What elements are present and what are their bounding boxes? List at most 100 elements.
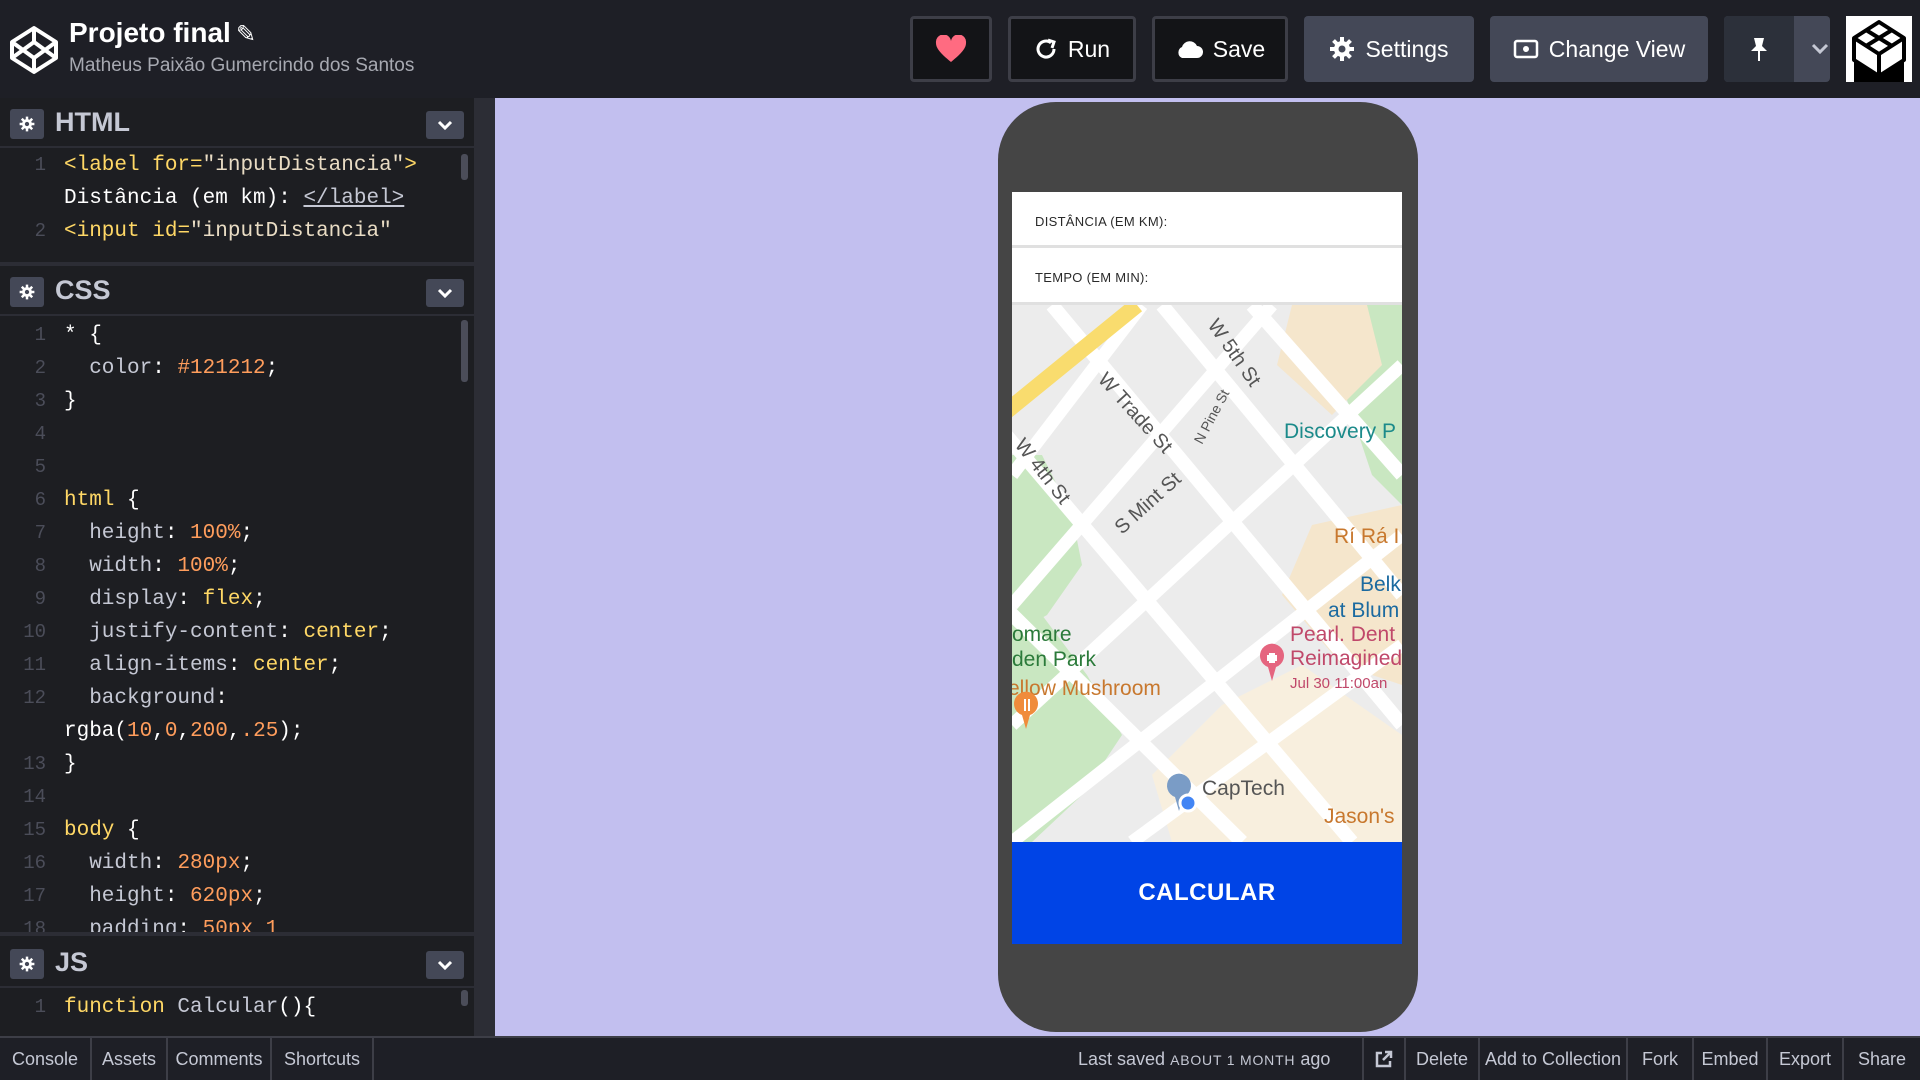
open-external-button[interactable] — [1362, 1038, 1406, 1080]
chevron-down-icon — [437, 120, 453, 130]
js-settings-button[interactable] — [10, 949, 44, 979]
poi-denpark: den Park — [1012, 648, 1097, 671]
console-tab[interactable]: Console — [0, 1038, 92, 1080]
add-to-collection-button[interactable]: Add to Collection — [1480, 1038, 1628, 1080]
code-token: (){ — [278, 996, 317, 1019]
code-token: justify-content — [64, 621, 279, 644]
code-token: ; — [240, 852, 254, 875]
calculate-button[interactable]: CALCULAR — [1012, 842, 1402, 944]
css-collapse-button[interactable] — [426, 279, 464, 307]
line-number: 16 — [23, 852, 46, 874]
like-button[interactable] — [910, 16, 992, 82]
code-token: , — [152, 720, 165, 743]
run-button[interactable]: Run — [1008, 16, 1136, 82]
code-token: </label> — [303, 187, 405, 210]
code-token: ; — [253, 588, 266, 611]
code-token: 1 — [253, 918, 279, 936]
line-number: 1 — [34, 324, 46, 346]
line-number: 13 — [23, 753, 46, 775]
code-text: * { — [64, 324, 102, 347]
code-token: html — [64, 489, 115, 512]
code-text: function Calcular(){ — [64, 996, 316, 1019]
chevron-down-icon — [437, 960, 453, 970]
edit-pencil-icon[interactable]: ✎ — [236, 20, 256, 49]
code-text: padding: 50px 1 — [64, 918, 279, 936]
last-saved-status: Last saved ABOUT 1 MONTH ago — [1078, 1049, 1330, 1070]
delete-button[interactable]: Delete — [1406, 1038, 1480, 1080]
distance-input[interactable]: DISTÂNCIA (EM KM): — [1012, 192, 1402, 248]
save-label: Save — [1212, 35, 1266, 62]
code-token: <label — [64, 154, 153, 177]
css-code-editor[interactable]: 1 * {2 color: #121212; 3} 4 5 6 html {7 height… — [0, 318, 474, 936]
assets-tab[interactable]: Assets — [92, 1038, 168, 1080]
user-avatar[interactable] — [1846, 16, 1912, 82]
code-token: { — [114, 489, 140, 512]
js-code-editor[interactable]: 1 function Calcular(){ — [0, 990, 474, 1036]
code-token: <input — [64, 220, 153, 243]
code-text: justify-content: center; — [64, 621, 392, 644]
pen-title[interactable]: Projeto final — [69, 17, 231, 49]
code-token: } — [64, 390, 77, 413]
gear-icon — [19, 116, 35, 132]
panel-resize-handle[interactable] — [474, 98, 495, 1036]
code-token: : — [177, 918, 203, 936]
comments-tab[interactable]: Comments — [168, 1038, 272, 1080]
editor-scrollbar[interactable] — [461, 154, 468, 180]
code-token: padding — [64, 918, 178, 936]
codepen-logo-icon[interactable] — [8, 24, 60, 76]
code-token: { — [114, 819, 140, 842]
code-token: background — [64, 687, 216, 710]
poi-rira: Rí Rá I — [1334, 525, 1399, 548]
line-number: 17 — [23, 885, 46, 907]
change-view-button[interactable]: Change View — [1490, 16, 1708, 82]
export-button[interactable]: Export — [1768, 1038, 1844, 1080]
gear-icon — [19, 956, 35, 972]
shortcuts-tab[interactable]: Shortcuts — [272, 1038, 374, 1080]
code-token: flex — [202, 588, 254, 611]
html-collapse-button[interactable] — [426, 111, 464, 139]
html-settings-button[interactable] — [10, 109, 44, 139]
code-token: ); — [278, 720, 304, 743]
codepen-editor: Projeto final ✎ Matheus Paixão Gumercind… — [0, 0, 1920, 1080]
line-number: 9 — [34, 588, 46, 610]
author-name[interactable]: Matheus Paixão Gumercindo dos Santos — [69, 55, 414, 77]
js-collapse-button[interactable] — [426, 951, 464, 979]
code-token: #121212 — [177, 357, 266, 380]
css-settings-button[interactable] — [10, 277, 44, 307]
time-input[interactable]: TEMPO (EM MIN): — [1012, 248, 1402, 305]
pin-button[interactable] — [1724, 16, 1794, 82]
map-view[interactable]: W 5th St W Trade St N Pine St W 4th St S… — [1012, 305, 1402, 842]
share-button[interactable]: Share — [1844, 1038, 1920, 1080]
gear-icon — [1330, 37, 1355, 61]
code-token: 200 — [190, 720, 228, 743]
code-token: "inputDistancia" — [202, 154, 405, 177]
pin-menu[interactable] — [1724, 16, 1830, 82]
html-editor-title: HTML — [55, 107, 130, 137]
poi-pearl: Pearl. Dent — [1290, 623, 1395, 646]
code-text: background: — [64, 687, 228, 710]
line-number: 4 — [34, 423, 46, 445]
code-token: : — [164, 522, 191, 545]
refresh-icon — [1036, 38, 1056, 59]
code-token: for — [152, 154, 191, 177]
code-token: : — [177, 588, 203, 611]
save-button[interactable]: Save — [1152, 16, 1288, 82]
code-token: id — [152, 220, 178, 243]
editor-scrollbar[interactable] — [461, 990, 468, 1006]
avatar-cube-icon — [1846, 16, 1912, 82]
fork-button[interactable]: Fork — [1628, 1038, 1694, 1080]
editor-scrollbar[interactable] — [461, 320, 468, 382]
html-editor-header: HTML — [0, 98, 474, 148]
saved-suffix: ago — [1300, 1049, 1331, 1069]
code-text: height: 620px; — [64, 885, 265, 908]
code-text: body { — [64, 819, 140, 842]
code-text: height: 100%; — [64, 522, 253, 545]
html-code-editor[interactable]: 1 <label for="inputDistancia"> Distância (… — [0, 150, 474, 266]
settings-button[interactable]: Settings — [1304, 16, 1474, 82]
embed-button[interactable]: Embed — [1694, 1038, 1768, 1080]
code-token: : — [227, 654, 254, 677]
chevron-down-icon[interactable] — [1810, 42, 1830, 56]
line-number: 6 — [34, 489, 46, 511]
line-number: 11 — [23, 654, 46, 676]
code-token: > — [404, 154, 417, 177]
